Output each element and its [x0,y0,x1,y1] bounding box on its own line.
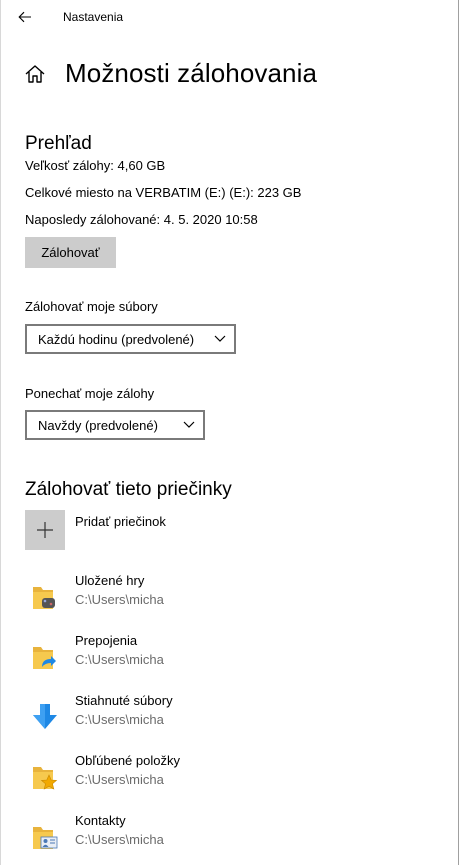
keep-backups-dropdown[interactable]: Navždy (predvolené) [25,410,205,440]
page-title: Možnosti zálohovania [65,58,318,88]
folder-path: C:\Users\micha [75,652,164,667]
window-left-edge [0,0,1,865]
saved-games-folder-icon [33,587,55,609]
folder-item-links[interactable]: Prepojenia C:\Users\micha [25,633,445,679]
home-icon [25,65,45,83]
contacts-folder-icon [33,827,58,849]
links-folder-icon [33,647,56,669]
keep-backups-value: Navždy (predvolené) [38,417,158,433]
chevron-down-icon [214,335,226,342]
backup-frequency-value: Každú hodinu (predvolené) [38,331,195,347]
title-bar: Nastavenia [0,0,458,34]
folder-path: C:\Users\micha [75,712,164,727]
folder-name: Obľúbené položky [75,753,180,768]
plus-icon [37,522,53,538]
overview-heading: Prehľad [25,133,92,154]
folder-item-downloads[interactable]: Stiahnuté súbory C:\Users\micha [25,693,445,739]
add-folder-label[interactable]: Pridať priečinok [75,514,166,529]
last-backup-text: Naposledy zálohované: 4. 5. 2020 10:58 [25,212,258,227]
folder-item-saved-games[interactable]: Uložené hry C:\Users\micha [25,573,445,619]
backup-frequency-label: Zálohovať moje súbory [25,299,158,314]
backup-now-button[interactable]: Zálohovať [25,237,116,268]
folder-name: Stiahnuté súbory [75,693,173,708]
add-folder-button[interactable] [25,510,65,550]
app-title: Nastavenia [63,10,124,24]
backup-size-text: Veľkosť zálohy: 4,60 GB [25,158,166,173]
folder-item-favorites[interactable]: Obľúbené položky C:\Users\micha [25,753,445,799]
back-button[interactable] [12,6,38,28]
folder-item-contacts[interactable]: Kontakty C:\Users\micha [25,813,445,859]
backup-frequency-dropdown[interactable]: Každú hodinu (predvolené) [25,324,236,354]
total-space-text: Celkové miesto na VERBATIM (E:) (E:): 22… [25,185,302,200]
favorites-folder-icon [33,767,58,790]
chevron-down-icon [183,421,195,428]
folder-name: Kontakty [75,813,126,828]
folder-path: C:\Users\micha [75,772,164,787]
folder-name: Prepojenia [75,633,138,648]
back-arrow-icon [18,11,31,23]
folder-path: C:\Users\micha [75,592,164,607]
folder-path: C:\Users\micha [75,832,164,847]
downloads-arrow-icon [33,704,57,729]
folders-heading: Zálohovať tieto priečinky [25,479,232,500]
folder-name: Uložené hry [75,573,145,588]
keep-backups-label: Ponechať moje zálohy [25,386,155,401]
